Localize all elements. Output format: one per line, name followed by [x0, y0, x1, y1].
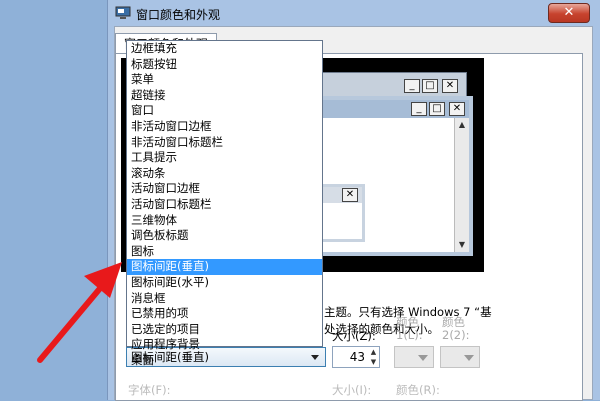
red-arrow-annotation	[37, 262, 122, 363]
